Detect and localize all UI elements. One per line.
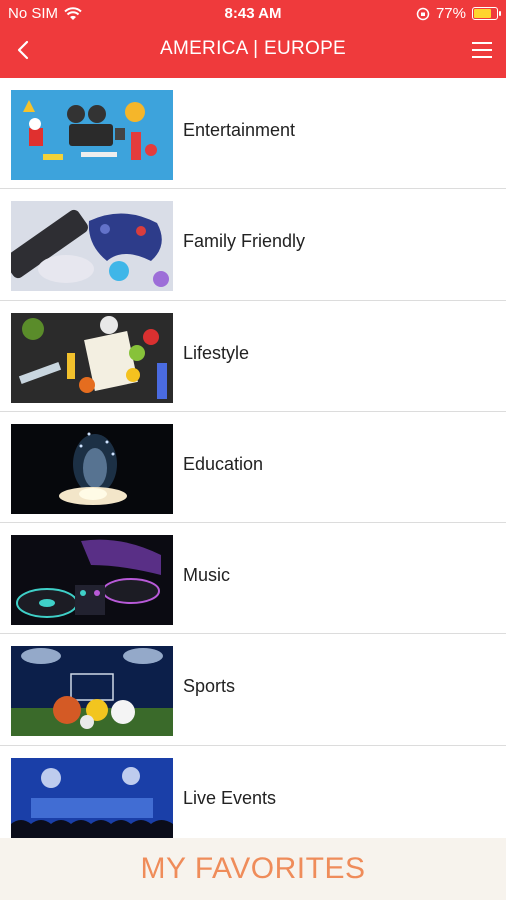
battery-icon	[472, 7, 501, 20]
battery-percent: 77%	[435, 5, 466, 22]
category-label: Music	[183, 565, 231, 586]
category-row-live-events[interactable]: Live Events	[0, 746, 506, 838]
category-row-family-friendly[interactable]: Family Friendly	[0, 189, 506, 301]
category-row-entertainment[interactable]: Entertainment	[0, 78, 506, 190]
entertainment-image	[11, 90, 173, 180]
my-favorites-button[interactable]: MY FAVORITES	[0, 838, 506, 900]
music-image	[11, 535, 173, 626]
sports-image	[11, 646, 173, 737]
page-title: AMERICA | EUROPE	[159, 38, 347, 59]
category-row-sports[interactable]: Sports	[0, 634, 506, 746]
category-row-education[interactable]: Education	[0, 412, 506, 524]
category-label: Family Friendly	[183, 231, 306, 252]
category-label: Sports	[183, 676, 236, 697]
hamburger-menu-icon[interactable]	[470, 38, 494, 62]
battery-level	[474, 9, 491, 18]
category-label: Entertainment	[183, 120, 296, 140]
lifestyle-image	[11, 312, 173, 403]
live-events-image	[11, 757, 173, 838]
navbar: AMERICA | EUROPE	[0, 28, 506, 78]
category-label: Education	[183, 453, 264, 474]
my-favorites-label: MY FAVORITES	[140, 852, 366, 885]
category-label: Lifestyle	[183, 342, 250, 363]
status-bar: No SIM 8:43 AM 77%	[0, 0, 506, 28]
app-header: No SIM 8:43 AM 77% AMERICA | EUROPE	[0, 0, 506, 78]
category-row-music[interactable]: Music	[0, 523, 506, 635]
orientation-lock-icon	[416, 7, 430, 20]
category-list: Entertainment Family Friendly Lifestyle …	[0, 78, 506, 838]
status-right: 77%	[416, 5, 501, 22]
category-row-lifestyle[interactable]: Lifestyle	[0, 301, 506, 412]
category-label: Live Events	[183, 787, 277, 808]
family-friendly-image	[11, 201, 173, 292]
education-image	[11, 423, 173, 514]
